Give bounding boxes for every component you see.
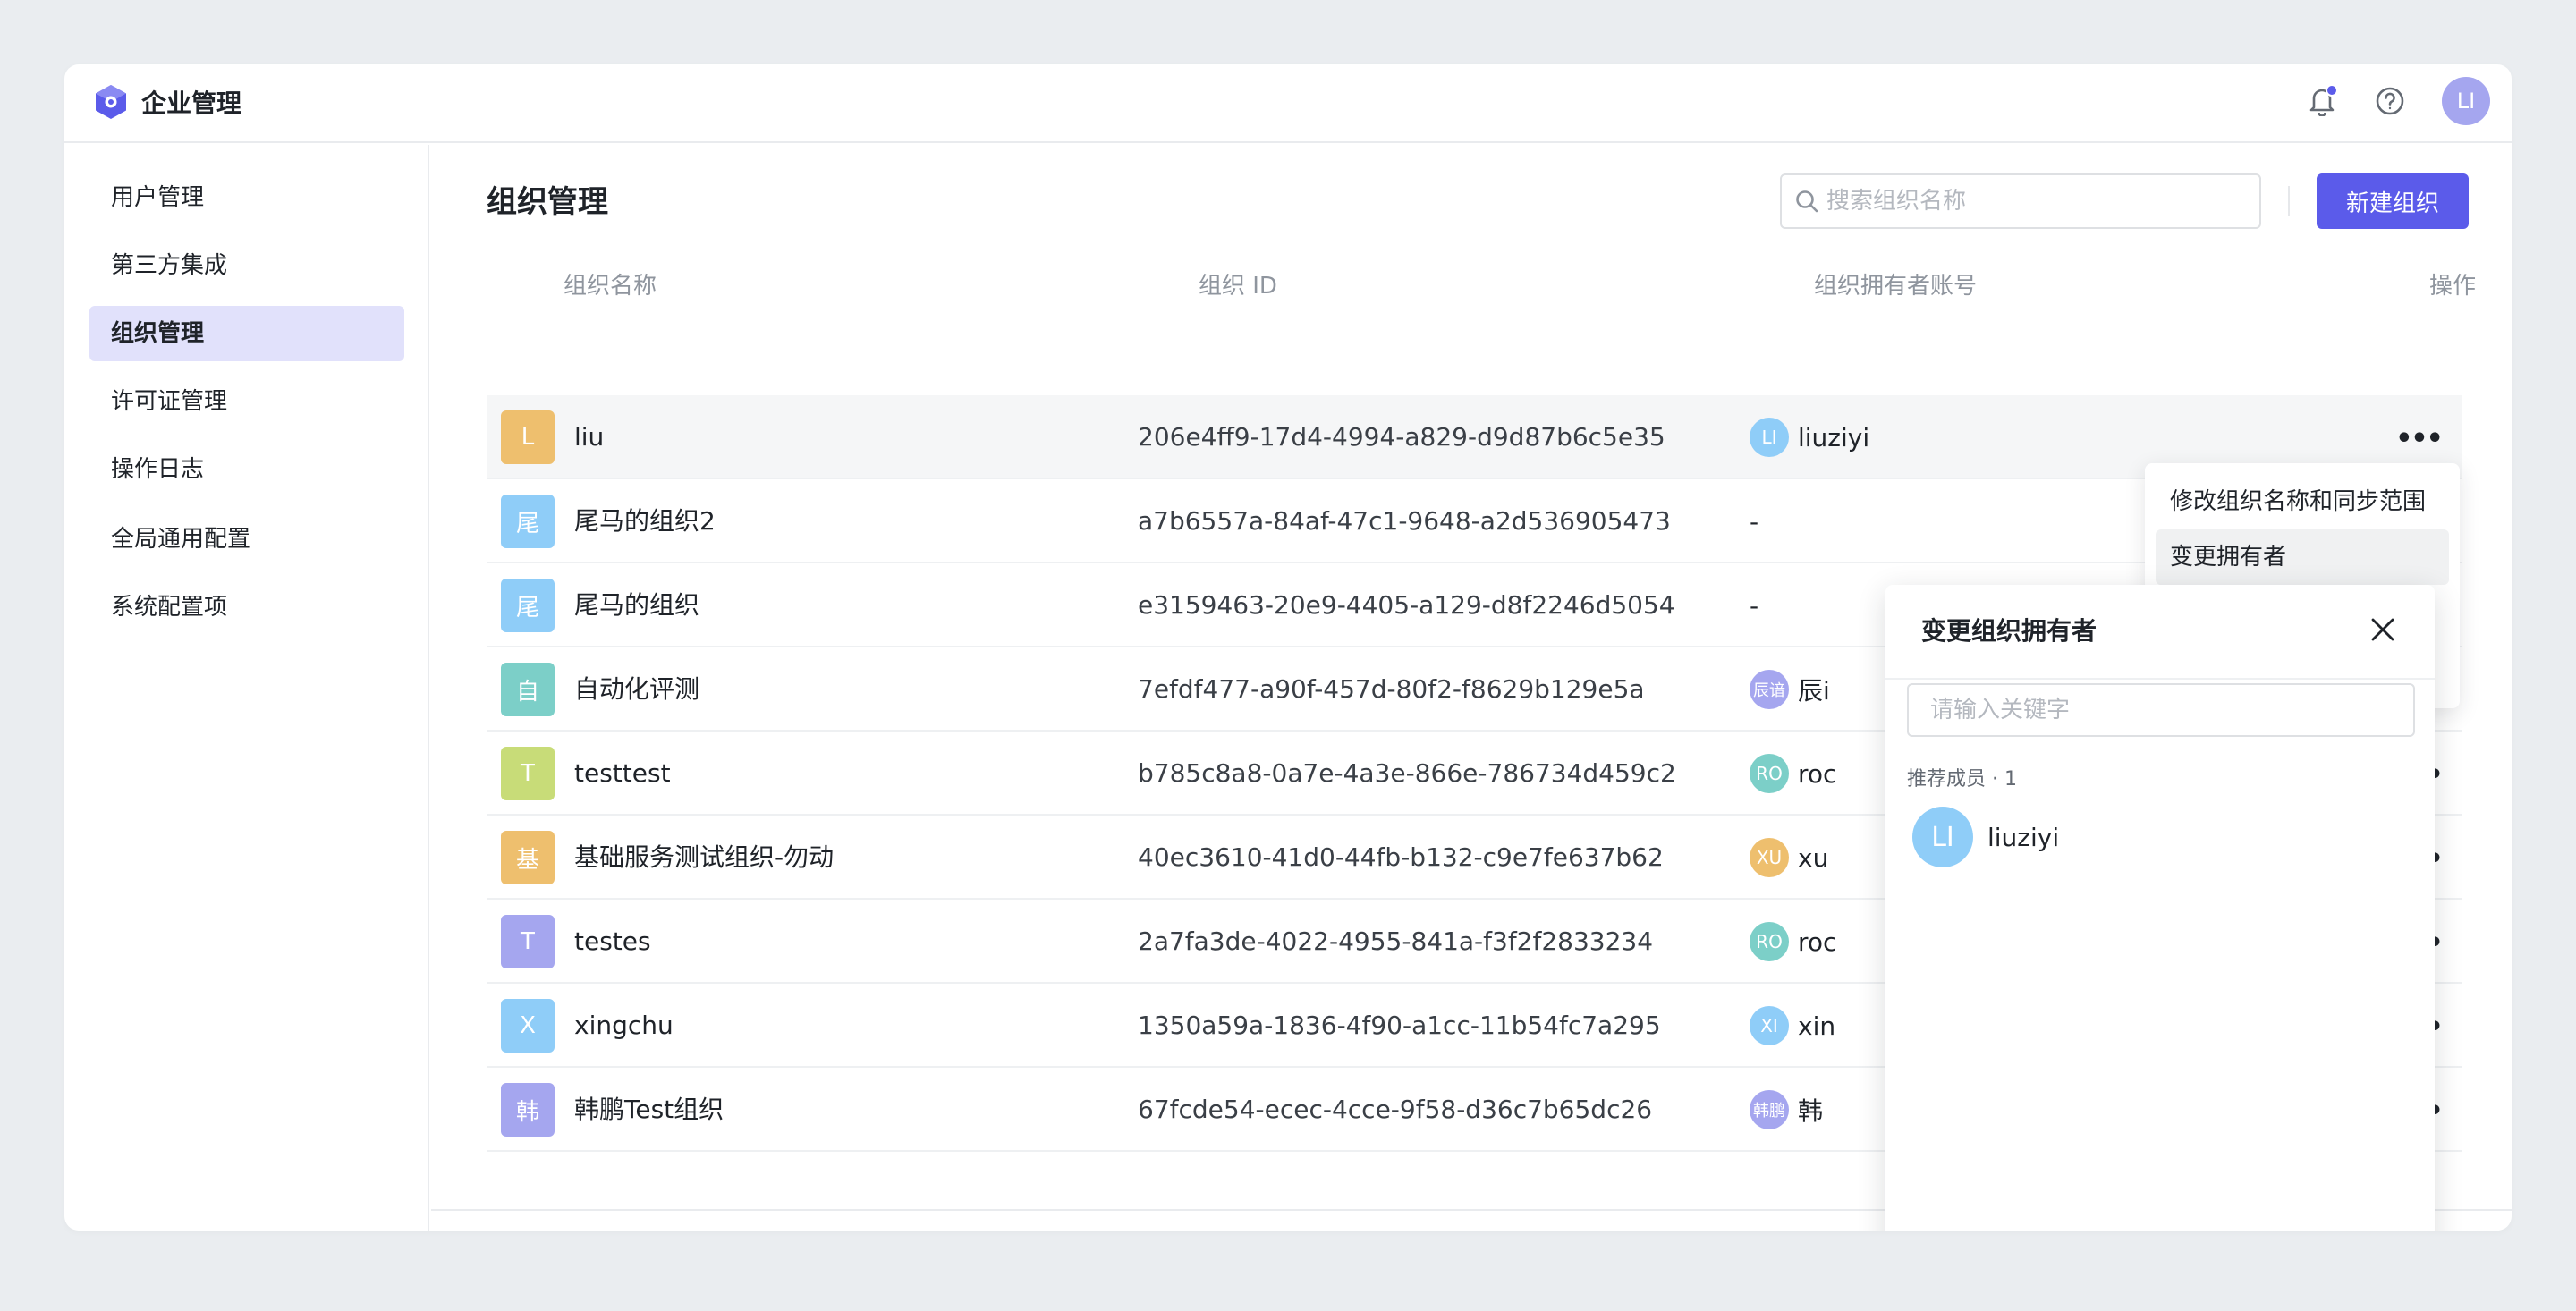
org-avatar: L bbox=[501, 410, 555, 464]
org-id: 1350a59a-1836-4f90-a1cc-11b54fc7a295 bbox=[1138, 1011, 1661, 1040]
org-name: liu bbox=[574, 422, 605, 452]
owner-name: roc bbox=[1798, 758, 1837, 789]
owner-avatar: 韩鹏 bbox=[1750, 1090, 1789, 1129]
org-id: e3159463-20e9-4405-a129-d8f2246d5054 bbox=[1138, 590, 1675, 620]
menu-item-rename[interactable]: 修改组织名称和同步范围 bbox=[2156, 474, 2449, 529]
member-name: liuziyi bbox=[1987, 822, 2060, 852]
close-button[interactable] bbox=[2365, 612, 2401, 647]
org-name: 自动化评测 bbox=[574, 674, 700, 704]
owner-cell: 辰谙 辰i bbox=[1750, 647, 1830, 732]
close-icon bbox=[2371, 618, 2394, 641]
owner-cell: 韩鹏 韩 bbox=[1750, 1068, 1823, 1152]
org-id: 67fcde54-ecec-4cce-9f58-d36c7b65dc26 bbox=[1138, 1095, 1653, 1124]
org-name: 韩鹏Test组织 bbox=[574, 1095, 724, 1124]
notifications-button[interactable] bbox=[2302, 81, 2342, 121]
column-header-name: 组织名称 bbox=[564, 273, 657, 300]
org-avatar: 自 bbox=[501, 663, 555, 716]
sidebar-item-global-config[interactable]: 全局通用配置 bbox=[89, 512, 404, 567]
org-name: testes bbox=[574, 926, 651, 956]
org-name: 尾马的组织 bbox=[574, 590, 700, 620]
owner-avatar: XI bbox=[1750, 1006, 1789, 1045]
owner-name: xu bbox=[1798, 842, 1829, 873]
owner-avatar: XU bbox=[1750, 838, 1789, 877]
search-icon bbox=[1796, 190, 1818, 213]
owner-name: 韩 bbox=[1798, 1096, 1824, 1126]
owner-avatar: RO bbox=[1750, 754, 1789, 793]
more-icon: ••• bbox=[2395, 422, 2444, 454]
app-logo-icon bbox=[96, 85, 126, 119]
org-search[interactable] bbox=[1780, 173, 2261, 229]
owner-name: 辰i bbox=[1798, 676, 1830, 706]
dialog-divider bbox=[1885, 678, 2435, 680]
sidebar-item-system-config[interactable]: 系统配置项 bbox=[89, 579, 404, 635]
owner-cell: - bbox=[1750, 563, 1758, 647]
org-id: 2a7fa3de-4022-4955-841a-f3f2f2833234 bbox=[1138, 926, 1654, 956]
owner-avatar: 辰谙 bbox=[1750, 670, 1789, 709]
member-avatar: LI bbox=[1912, 807, 1973, 867]
column-header-actions: 操作 bbox=[2429, 273, 2477, 300]
owner-name: xin bbox=[1798, 1011, 1836, 1041]
table-header: 组织名称 组织 ID 组织拥有者账号 操作 bbox=[431, 259, 2512, 313]
owner-avatar: LI bbox=[1750, 418, 1789, 457]
org-avatar: X bbox=[501, 999, 555, 1053]
owner-name: - bbox=[1750, 506, 1759, 537]
toolbar-divider bbox=[2288, 186, 2290, 216]
top-actions: LI bbox=[2274, 77, 2490, 125]
org-avatar: 尾 bbox=[501, 579, 555, 632]
help-icon bbox=[2376, 87, 2404, 115]
user-avatar[interactable]: LI bbox=[2442, 77, 2490, 125]
org-avatar: 韩 bbox=[501, 1083, 555, 1137]
help-button[interactable] bbox=[2370, 81, 2410, 121]
column-header-owner: 组织拥有者账号 bbox=[1814, 273, 1978, 300]
change-owner-dialog: 变更组织拥有者 推荐成员 · 1 LI liuziyi bbox=[1885, 585, 2435, 1231]
sidebar-item-licenses[interactable]: 许可证管理 bbox=[89, 374, 404, 429]
org-name: testtest bbox=[574, 758, 671, 788]
owner-name: liuziyi bbox=[1798, 422, 1870, 453]
owner-cell: XU xu bbox=[1750, 816, 1828, 900]
sidebar-item-organizations[interactable]: 组织管理 bbox=[89, 306, 404, 361]
org-id: 7efdf477-a90f-457d-80f2-f8629b129e5a bbox=[1138, 674, 1645, 704]
org-name: xingchu bbox=[574, 1011, 674, 1040]
owner-avatar: RO bbox=[1750, 922, 1789, 961]
owner-cell: RO roc bbox=[1750, 900, 1836, 984]
dialog-title: 变更组织拥有者 bbox=[1921, 616, 2097, 646]
owner-cell: LI liuziyi bbox=[1750, 395, 1869, 479]
sidebar-item-third-party[interactable]: 第三方集成 bbox=[89, 238, 404, 293]
org-id: 40ec3610-41d0-44fb-b132-c9e7fe637b62 bbox=[1138, 842, 1664, 872]
sidebar-item-user-management[interactable]: 用户管理 bbox=[89, 170, 404, 225]
row-more-button[interactable]: ••• bbox=[2395, 419, 2444, 458]
app-window: 企业管理 LI 用户管理 第三方集成 组织管理 许可证管理 操作日志 全局通用配… bbox=[64, 64, 2512, 1231]
org-id: 206e4ff9-17d4-4994-a829-d9d87b6c5e35 bbox=[1138, 422, 1665, 452]
org-avatar: 尾 bbox=[501, 495, 555, 548]
org-search-input[interactable] bbox=[1826, 188, 2238, 215]
org-id: a7b6557a-84af-47c1-9648-a2d536905473 bbox=[1138, 506, 1671, 536]
member-option[interactable]: LI liuziyi bbox=[1912, 805, 2059, 869]
app-title: 企业管理 bbox=[141, 89, 242, 118]
org-avatar: T bbox=[501, 915, 555, 968]
owner-name: roc bbox=[1798, 926, 1837, 957]
org-name: 基础服务测试组织-勿动 bbox=[574, 842, 835, 872]
member-search-input[interactable] bbox=[1907, 683, 2415, 737]
owner-name: - bbox=[1750, 590, 1759, 621]
recommended-members-label: 推荐成员 · 1 bbox=[1907, 768, 2017, 791]
new-org-button[interactable]: 新建组织 bbox=[2317, 173, 2469, 229]
org-avatar: T bbox=[501, 747, 555, 800]
owner-cell: RO roc bbox=[1750, 732, 1836, 816]
org-avatar: 基 bbox=[501, 831, 555, 884]
org-id: b785c8a8-0a7e-4a3e-866e-786734d459c2 bbox=[1138, 758, 1676, 788]
menu-item-change-owner[interactable]: 变更拥有者 bbox=[2156, 529, 2449, 585]
column-header-id: 组织 ID bbox=[1199, 273, 1277, 300]
owner-cell: XI xin bbox=[1750, 984, 1835, 1068]
top-bar: 企业管理 LI bbox=[64, 64, 2512, 143]
org-name: 尾马的组织2 bbox=[574, 506, 716, 536]
owner-cell: - bbox=[1750, 479, 1758, 563]
page-title: 组织管理 bbox=[487, 184, 608, 220]
notification-dot bbox=[2326, 84, 2338, 97]
sidebar-item-audit-log[interactable]: 操作日志 bbox=[89, 442, 404, 497]
sidebar: 用户管理 第三方集成 组织管理 许可证管理 操作日志 全局通用配置 系统配置项 bbox=[64, 145, 429, 1231]
